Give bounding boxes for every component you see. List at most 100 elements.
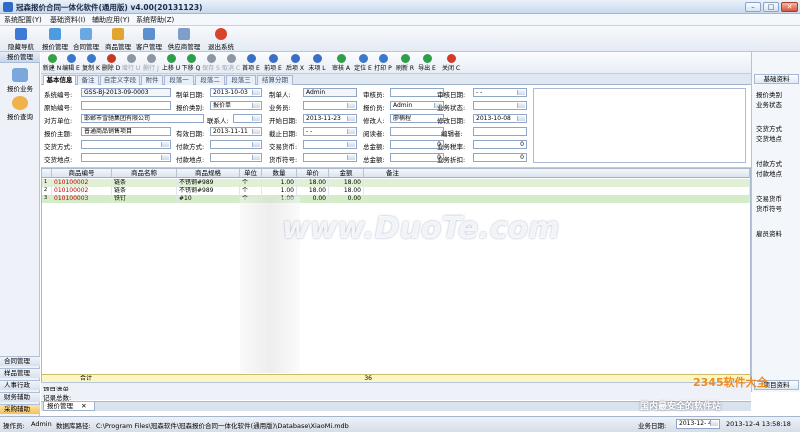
edit-button[interactable]: 编辑 E [61,53,81,73]
trade-mode-select[interactable] [81,140,171,149]
subject-field[interactable]: 普通商品销售项目 [81,127,171,136]
cell-price[interactable]: 0.00 [297,195,329,203]
del-row-button[interactable]: 删行 J [141,53,161,73]
col-header-note[interactable]: 备注 [364,169,750,178]
maximize-button[interactable]: □ [763,2,779,12]
menu-basic-data[interactable]: 基础资料(I) [50,15,86,25]
reader-field[interactable] [390,127,444,136]
tab-attachment[interactable]: 附件 [141,75,163,85]
rp-employee[interactable]: 雇员资料 [756,228,782,238]
first-button[interactable]: 首项 E [241,53,261,73]
doc-tab-quote[interactable]: 报价管理 ✕ [43,402,95,411]
quoter-select[interactable]: Admin [390,101,444,110]
contract-manage-button[interactable]: 合同管理 [71,27,101,51]
cell-unit[interactable]: 个 [240,179,262,187]
audit-button[interactable]: 审核 A [331,53,351,73]
product-manage-button[interactable]: 商品管理 [103,27,133,51]
menu-aux-app[interactable]: 辅助应用(Y) [92,15,130,25]
supplier-manage-button[interactable]: 供应商管理 [165,27,203,51]
nav-finance[interactable]: 财务辅助 [0,392,40,402]
save-button[interactable]: 保存 S [201,53,221,73]
biz-status-select[interactable] [473,101,527,110]
rp-pay-mode[interactable]: 付款方式 [756,158,782,168]
cell-code[interactable]: 010100002 [52,179,112,187]
move-down-button[interactable]: 下移 Q [181,53,201,73]
last-button[interactable]: 末项 L [307,53,327,73]
tab-custom-fields[interactable]: 自定义字段 [100,75,140,85]
party-field[interactable]: 邯郸市雪驰集团有限公司 [81,114,204,123]
tax-rate-field[interactable]: 0 [473,140,527,149]
cell-code[interactable]: 010100003 [52,195,112,203]
menu-system-config[interactable]: 系统配置(Y) [4,15,42,25]
cell-spec[interactable]: 不锈钢#989 [177,187,240,195]
rp-pay-place[interactable]: 付款地点 [756,168,782,178]
nav-header[interactable]: 报价管理 [0,52,40,63]
close-button[interactable]: ✕ [781,2,798,12]
basic-data-header[interactable]: 基础资料 [754,74,799,84]
contact-select[interactable] [233,114,262,123]
cell-name[interactable]: 铁钉 [112,195,177,203]
cell-qty[interactable]: 1.00 [262,179,297,187]
col-header-code[interactable]: 商品编号 [52,169,112,178]
cancel-button[interactable]: 取消 C [221,53,241,73]
rp-currency-sym[interactable]: 货币符号 [756,203,782,213]
end-date-field[interactable]: - - [303,127,357,136]
biz-date-field[interactable]: 2013-12- 4 [676,419,720,429]
trade-place-select[interactable] [81,153,171,162]
add-row-button[interactable]: 增行 U [121,53,141,73]
cell-spec[interactable]: #10 [177,195,240,203]
maker-field[interactable]: Admin [303,88,357,97]
tab-paragraph-3[interactable]: 段落三 [226,75,256,85]
nav-purchase[interactable]: 采购辅助 [0,404,40,414]
rp-quote-type[interactable]: 报价类别 [756,89,782,99]
start-date-field[interactable]: 2013-11-23 [303,114,357,123]
cell-note[interactable] [364,187,750,195]
close-doc-button[interactable]: 关闭 C [441,53,461,73]
quote-manage-button[interactable]: 报价管理 [40,27,70,51]
valid-date-field[interactable]: 2013-11-11 [210,127,262,136]
doc-tab-close-icon[interactable]: ✕ [81,402,86,410]
col-header-spec[interactable]: 商品规格 [177,169,240,178]
cell-amount[interactable]: 0.00 [329,195,364,203]
refresh-button[interactable]: 刷新 R [395,53,415,73]
tab-paragraph-1[interactable]: 段落一 [164,75,194,85]
cell-qty[interactable]: 1.00 [262,187,297,195]
pay-place-select[interactable] [210,153,262,162]
nav-sample[interactable]: 样品管理 [0,368,40,378]
table-row[interactable]: 2 010100002 链条 不锈钢#989 个 1.00 18.00 18.00 [42,187,750,195]
print-button[interactable]: 打印 P [373,53,393,73]
cell-price[interactable]: 18.00 [297,179,329,187]
rp-trade-place[interactable]: 交货地点 [756,133,782,143]
total-amt-field[interactable]: 0 [390,153,444,162]
orig-no-field[interactable] [81,101,171,110]
cell-note[interactable] [364,179,750,187]
mod-date-field[interactable]: 2013-10-08 [473,114,527,123]
currency-sym-select[interactable] [303,153,357,162]
cell-code[interactable]: 010100002 [52,187,112,195]
exit-system-button[interactable]: 退出系统 [205,27,237,51]
minimize-button[interactable]: – [745,2,761,12]
nav-hr[interactable]: 人事行政 [0,380,40,390]
cell-spec[interactable]: 不锈钢#989 [177,179,240,187]
system-no-field[interactable]: GSS-BJ-2013-09-0003 [81,88,171,97]
cell-unit[interactable]: 个 [240,187,262,195]
cell-price[interactable]: 18.00 [297,187,329,195]
col-header-unit[interactable]: 单位 [240,169,262,178]
discount-field[interactable]: 0 [473,153,527,162]
audit-date-field[interactable]: - - [473,88,527,97]
cell-amount[interactable]: 18.00 [329,187,364,195]
tab-remark[interactable]: 备注 [77,75,99,85]
rp-trade-currency[interactable]: 交易货币 [756,193,782,203]
hide-nav-button[interactable]: 隐藏导航 [4,27,38,51]
nav-item-quote-business[interactable]: 报价业务 [0,68,40,93]
locate-button[interactable]: 定位 E [353,53,373,73]
rp-biz-status[interactable]: 业务状态 [756,99,782,109]
auditor-field[interactable] [390,88,444,97]
cell-amount[interactable]: 18.00 [329,179,364,187]
modifier-field[interactable]: 廖楠程 [390,114,444,123]
menu-help[interactable]: 系统帮助(Z) [136,15,174,25]
tab-settlement[interactable]: 结算分期 [257,75,293,85]
nav-contract[interactable]: 合同管理 [0,356,40,366]
tab-basic-info[interactable]: 基本信息 [43,75,76,85]
export-button[interactable]: 导出 E [417,53,437,73]
